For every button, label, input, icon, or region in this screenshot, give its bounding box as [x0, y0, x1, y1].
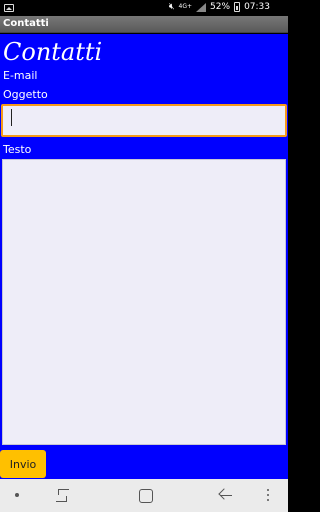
oggetto-label: Oggetto [3, 88, 48, 101]
status-time: 07:33 [244, 2, 270, 12]
battery-icon [234, 2, 241, 12]
back-icon[interactable] [214, 479, 238, 512]
action-bar-title: Contatti [3, 18, 49, 29]
testo-label: Testo [3, 143, 32, 156]
invio-button[interactable]: Invio [0, 450, 46, 478]
status-bar: 🔇︎ 4G+ 52% 07:33 [0, 0, 288, 16]
email-label: E-mail [3, 69, 38, 82]
network-4g-icon: 4G+ [178, 3, 193, 10]
gallery-icon [4, 4, 14, 12]
dot-icon[interactable] [8, 479, 28, 512]
contact-form: Contatti E-mail Oggetto Testo Invio [0, 34, 288, 479]
home-icon[interactable] [132, 479, 156, 512]
navigation-bar [0, 479, 288, 512]
text-cursor [11, 109, 12, 126]
mute-icon: 🔇︎ [168, 2, 175, 12]
more-icon[interactable] [258, 479, 278, 512]
testo-textarea[interactable] [2, 159, 286, 445]
recent-apps-icon[interactable] [52, 479, 76, 512]
signal-icon [196, 2, 207, 12]
status-icons: 🔇︎ 4G+ 52% 07:33 [169, 2, 270, 12]
page-title: Contatti [3, 38, 103, 66]
action-bar: Contatti [0, 16, 288, 33]
oggetto-input[interactable] [1, 104, 287, 137]
battery-percent: 52% [210, 2, 231, 12]
